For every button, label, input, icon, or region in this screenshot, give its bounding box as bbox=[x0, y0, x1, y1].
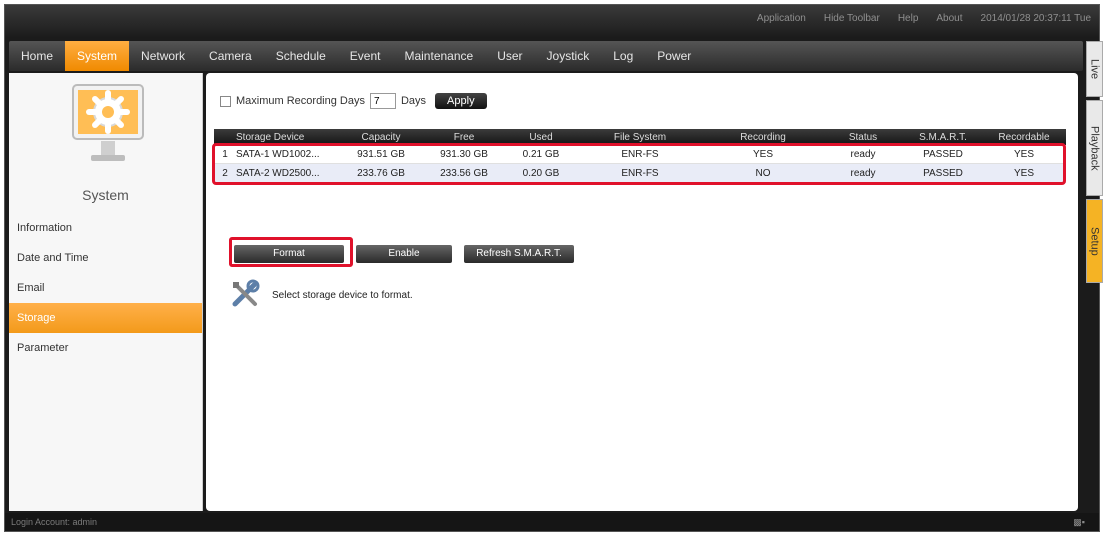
cell-file-system: ENR-FS bbox=[621, 148, 659, 160]
sidebar-item-storage[interactable]: Storage bbox=[9, 303, 202, 333]
nav-home[interactable]: Home bbox=[9, 41, 65, 71]
storage-actions: Format Enable Refresh S.M.A.R.T. bbox=[234, 245, 574, 263]
nav-maintenance[interactable]: Maintenance bbox=[392, 41, 485, 71]
format-hint-text: Select storage device to format. bbox=[272, 290, 413, 301]
sidebar-title: System bbox=[82, 187, 129, 203]
table-header: Storage Device Capacity Free Used File S… bbox=[214, 129, 1066, 145]
nav-event[interactable]: Event bbox=[338, 41, 393, 71]
format-button[interactable]: Format bbox=[234, 245, 344, 263]
cell-capacity: 233.76 GB bbox=[357, 167, 405, 179]
datetime-display: 2014/01/28 20:37:11 Tue bbox=[980, 13, 1091, 24]
enable-button[interactable]: Enable bbox=[356, 245, 452, 263]
nav-network[interactable]: Network bbox=[129, 41, 197, 71]
main-nav: Home System Network Camera Schedule Even… bbox=[9, 41, 1083, 71]
col-recordable-header: Recordable bbox=[998, 131, 1050, 143]
help-link[interactable]: Help bbox=[898, 13, 919, 24]
app-window: Application Hide Toolbar Help About 2014… bbox=[4, 4, 1103, 532]
network-status-icon: ▩▪ bbox=[1073, 517, 1085, 527]
login-account-text: Login Account: admin bbox=[11, 517, 98, 527]
sidebar: System Information Date and Time Email S… bbox=[9, 73, 203, 511]
apply-button[interactable]: Apply bbox=[435, 93, 487, 109]
hide-toolbar-link[interactable]: Hide Toolbar bbox=[824, 13, 880, 24]
cell-smart: PASSED bbox=[923, 148, 963, 160]
cell-smart: PASSED bbox=[923, 167, 963, 179]
cell-recordable: YES bbox=[1013, 148, 1034, 160]
right-side-tabs: Live Playback Setup bbox=[1086, 41, 1103, 286]
col-recording-header: Recording bbox=[740, 131, 786, 143]
cell-storage-device: SATA-2 WD2500... bbox=[236, 167, 320, 179]
about-link[interactable]: About bbox=[936, 13, 962, 24]
col-used-header: Used bbox=[529, 131, 553, 143]
cell-recordable: YES bbox=[1013, 167, 1034, 179]
col-free-header: Free bbox=[453, 131, 475, 143]
tab-setup[interactable]: Setup bbox=[1086, 199, 1103, 283]
cell-free: 233.56 GB bbox=[440, 167, 488, 179]
days-unit-label: Days bbox=[400, 95, 427, 107]
nav-power[interactable]: Power bbox=[645, 41, 703, 71]
top-toolbar: Application Hide Toolbar Help About 2014… bbox=[5, 5, 1099, 37]
application-link[interactable]: Application bbox=[757, 13, 806, 24]
toolbar-links: Application Hide Toolbar Help About 2014… bbox=[757, 13, 1091, 24]
table-row[interactable]: 2 SATA-2 WD2500... 233.76 GB 233.56 GB 0… bbox=[214, 164, 1066, 183]
sidebar-menu: Information Date and Time Email Storage … bbox=[9, 213, 202, 363]
max-recording-days-row: Maximum Recording Days Days Apply bbox=[220, 93, 487, 109]
format-hint: Select storage device to format. bbox=[230, 279, 413, 312]
cell-capacity: 931.51 GB bbox=[357, 148, 405, 160]
col-status-header: Status bbox=[848, 131, 878, 143]
cell-recording: NO bbox=[755, 167, 771, 179]
nav-schedule[interactable]: Schedule bbox=[264, 41, 338, 71]
cell-status: ready bbox=[850, 167, 876, 179]
tab-playback[interactable]: Playback bbox=[1086, 100, 1103, 196]
col-storage-device-header: Storage Device bbox=[236, 131, 305, 143]
nav-user[interactable]: User bbox=[485, 41, 534, 71]
nav-system[interactable]: System bbox=[65, 41, 130, 71]
cell-storage-device: SATA-1 WD1002... bbox=[236, 148, 320, 160]
cell-used: 0.20 GB bbox=[522, 167, 560, 179]
status-bar: Login Account: admin ▩▪ bbox=[5, 513, 1099, 531]
col-file-system-header: File System bbox=[613, 131, 667, 143]
storage-panel: Maximum Recording Days Days Apply Storag… bbox=[206, 73, 1078, 511]
tools-icon bbox=[230, 279, 260, 312]
sidebar-item-date-and-time[interactable]: Date and Time bbox=[9, 243, 202, 273]
max-recording-days-checkbox[interactable] bbox=[220, 95, 231, 107]
col-smart-header: S.M.A.R.T. bbox=[919, 131, 967, 143]
sidebar-item-information[interactable]: Information bbox=[9, 213, 202, 243]
nav-joystick[interactable]: Joystick bbox=[535, 41, 602, 71]
nav-camera[interactable]: Camera bbox=[197, 41, 264, 71]
cell-index: 2 bbox=[222, 167, 228, 179]
cell-status: ready bbox=[850, 148, 876, 160]
cell-file-system: ENR-FS bbox=[621, 167, 659, 179]
cell-used: 0.21 GB bbox=[522, 148, 560, 160]
sidebar-item-parameter[interactable]: Parameter bbox=[9, 333, 202, 363]
max-recording-days-input[interactable] bbox=[369, 93, 396, 109]
system-monitor-gear-icon bbox=[71, 83, 145, 161]
max-recording-days-label: Maximum Recording Days bbox=[236, 95, 365, 107]
cell-index: 1 bbox=[222, 148, 228, 160]
refresh-smart-button[interactable]: Refresh S.M.A.R.T. bbox=[464, 245, 574, 263]
cell-free: 931.30 GB bbox=[440, 148, 488, 160]
sidebar-item-email[interactable]: Email bbox=[9, 273, 202, 303]
col-capacity-header: Capacity bbox=[361, 131, 401, 143]
tab-live[interactable]: Live bbox=[1086, 41, 1103, 97]
cell-recording: YES bbox=[752, 148, 773, 160]
storage-device-table: Storage Device Capacity Free Used File S… bbox=[214, 129, 1066, 183]
table-row[interactable]: 1 SATA-1 WD1002... 931.51 GB 931.30 GB 0… bbox=[214, 145, 1066, 164]
nav-log[interactable]: Log bbox=[601, 41, 645, 71]
